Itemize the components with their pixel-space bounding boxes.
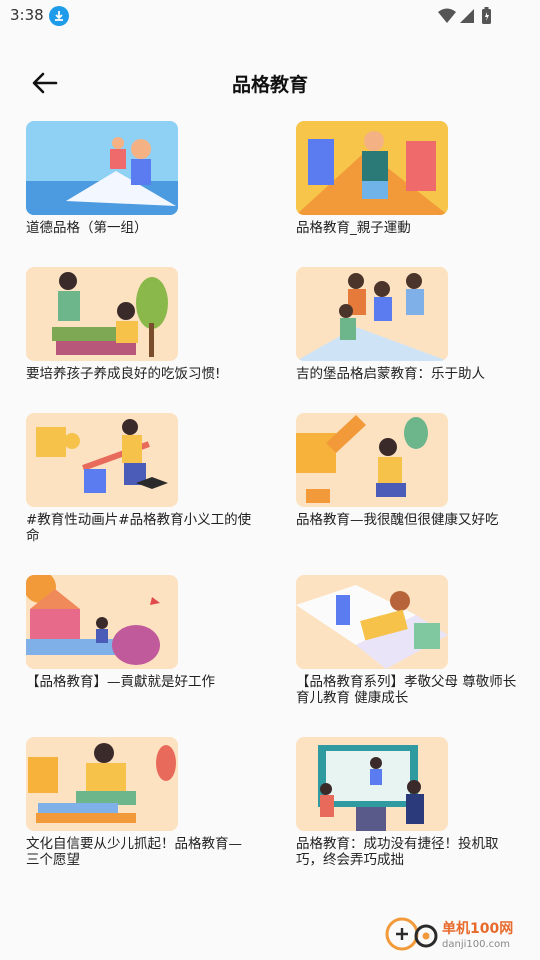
video-card[interactable]: 文化自信要从少儿抓起！品格教育—三个愿望 [26,737,256,868]
video-thumbnail [26,121,178,215]
video-card[interactable]: 【品格教育】—貢獻就是好工作 [26,575,256,690]
video-thumbnail [26,267,178,361]
video-thumbnail [296,575,448,669]
battery-icon [482,7,491,24]
page-title: 品格教育 [231,74,308,96]
video-thumbnail [26,575,178,669]
video-thumbnail [296,413,448,507]
video-title: 品格教育：成功没有捷径！投机取巧，终会弄巧成拙 [296,836,499,868]
signal-icon [460,9,474,23]
status-bar: 3:38 [0,0,540,32]
video-title: #教育性动画片#品格教育小义工的使命 [26,512,252,544]
watermark-logo: 单机100网 danji100.com [384,914,534,954]
app-header: 品格教育 [0,60,540,108]
video-title: 品格教育_親子運動 [296,220,411,236]
video-title: 要培养孩子养成良好的吃饭习惯! [26,366,221,382]
video-thumbnail [296,267,448,361]
video-title: 吉的堡品格启蒙教育：乐于助人 [296,366,485,382]
status-icons [436,6,506,30]
status-time: 3:38 [10,6,44,24]
video-title: 【品格教育】—貢獻就是好工作 [26,674,215,690]
video-card[interactable]: 【品格教育系列】孝敬父母 尊敬师长 育儿教育 健康成长 [296,575,526,706]
video-thumbnail [26,413,178,507]
video-thumbnail [296,121,448,215]
video-title: 文化自信要从少儿抓起！品格教育—三个愿望 [26,836,242,868]
video-title: 【品格教育系列】孝敬父母 尊敬师长 育儿教育 健康成长 [296,674,517,706]
video-title: 道德品格（第一组） [26,220,148,236]
video-card[interactable]: #教育性动画片#品格教育小义工的使命 [26,413,256,544]
wifi-icon [438,8,456,23]
video-thumbnail [26,737,178,831]
video-card[interactable]: 吉的堡品格启蒙教育：乐于助人 [296,267,526,382]
video-card[interactable]: 要培养孩子养成良好的吃饭习惯! [26,267,256,382]
svg-text:danji100.com: danji100.com [442,939,510,950]
video-card[interactable]: 品格教育：成功没有捷径！投机取巧，终会弄巧成拙 [296,737,526,868]
video-card[interactable]: 品格教育—我很醜但很健康又好吃 [296,413,526,528]
svg-text:单机100网: 单机100网 [442,920,513,937]
video-card[interactable]: 品格教育_親子運動 [296,121,526,236]
video-title: 品格教育—我很醜但很健康又好吃 [296,512,499,528]
download-icon [49,6,69,26]
video-thumbnail [296,737,448,831]
video-card[interactable]: 道德品格（第一组） [26,121,256,236]
